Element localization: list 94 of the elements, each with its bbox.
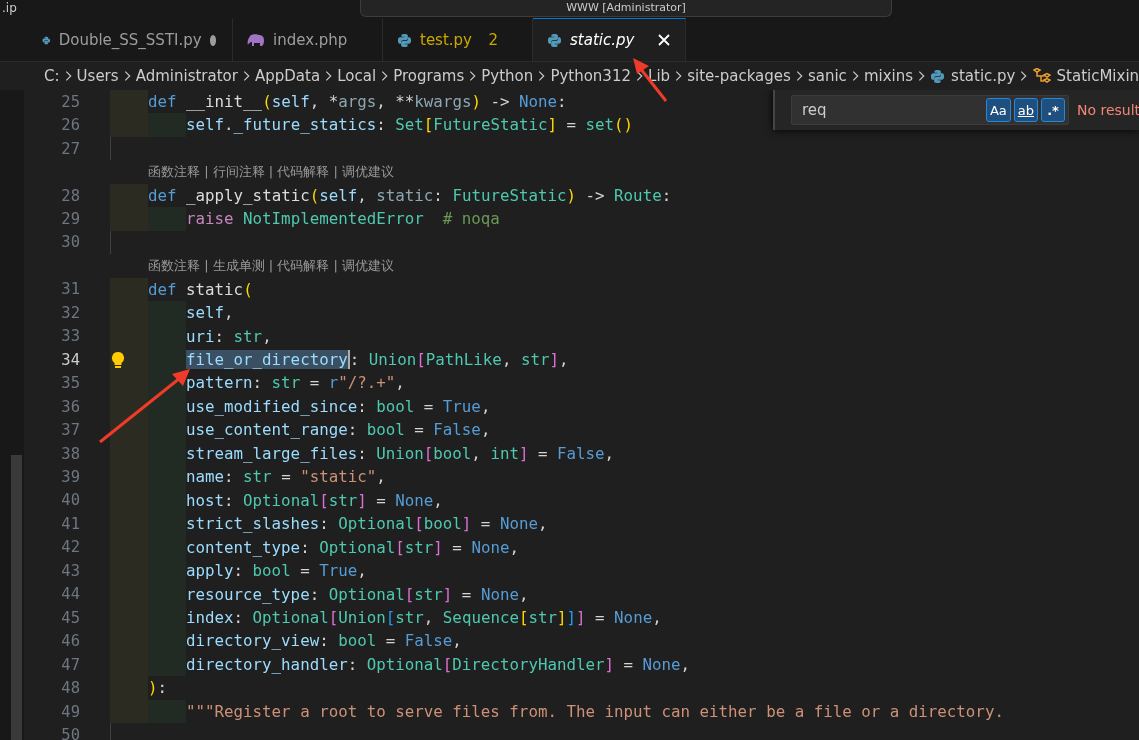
line-number: 26 xyxy=(60,116,80,135)
breadcrumb-item[interactable]: Programs xyxy=(393,67,465,85)
lightbulb-icon[interactable] xyxy=(111,351,125,369)
chevron-right-icon xyxy=(64,70,72,82)
code-text: name: str = "static", xyxy=(186,466,386,489)
code-text: pattern: str = r"/?.+", xyxy=(186,372,405,395)
breadcrumb-item[interactable]: Python xyxy=(481,67,534,85)
line-number: 38 xyxy=(60,444,80,463)
chevron-right-icon xyxy=(469,70,477,82)
code-lens[interactable]: 函数注释 | 生成单测 | 代码解释 | 调优建议 xyxy=(148,256,394,275)
class-icon xyxy=(1032,68,1051,84)
code-text: index: Optional[Union[str, Sequence[str]]] = None, xyxy=(186,606,662,629)
line-number: 43 xyxy=(60,561,80,580)
line-number: 29 xyxy=(60,210,80,228)
chevron-right-icon xyxy=(851,70,859,82)
elephant-icon xyxy=(247,33,265,47)
chevron-right-icon xyxy=(381,70,389,82)
line-number: 48 xyxy=(60,679,80,698)
breadcrumb-item[interactable]: C: xyxy=(44,67,60,85)
line-number: 27 xyxy=(60,139,80,158)
chevron-right-icon xyxy=(242,70,250,82)
code-text: stream_large_files: Union[bool, int] = False, xyxy=(186,442,615,465)
breadcrumb-item[interactable]: Administrator xyxy=(135,67,238,85)
line-number: 25 xyxy=(60,92,80,111)
line-number: 39 xyxy=(60,467,80,486)
chevron-right-icon xyxy=(675,70,683,82)
breadcrumb-item[interactable]: static.py xyxy=(930,67,1016,85)
code-text: use_modified_since: bool = True, xyxy=(186,395,491,418)
code-text: ): xyxy=(148,677,168,700)
window-title-fragment: .ip xyxy=(1,0,18,16)
scrollbar-thumb[interactable] xyxy=(11,455,22,740)
line-number: 37 xyxy=(60,421,80,440)
line-number: 36 xyxy=(60,397,80,416)
chevron-right-icon xyxy=(636,70,644,82)
code-text: raise NotImplementedError # noqa xyxy=(186,208,500,231)
code-text: apply: bool = True, xyxy=(186,560,367,583)
code-text: content_type: Optional[str] = None, xyxy=(186,536,519,559)
breadcrumb-item[interactable]: AppData xyxy=(255,67,321,85)
code-text: host: Optional[str] = None, xyxy=(186,489,443,512)
code-text: use_content_range: bool = False, xyxy=(186,419,491,442)
line-number: 47 xyxy=(60,655,80,674)
code-text: file_or_directory: Union[PathLike, str], xyxy=(186,348,569,371)
find-input[interactable]: req Aa ab .* xyxy=(791,95,1069,125)
line-number: 28 xyxy=(60,186,80,205)
code-text: def _apply_static(self, static: FutureStatic) -> Route: xyxy=(148,184,672,207)
line-number: 49 xyxy=(60,702,80,721)
code-text: def __init__(self, *args, **kwargs) -> None: xyxy=(148,91,567,113)
line-number: 34 xyxy=(60,350,80,369)
arrow-annotation xyxy=(633,58,668,102)
line-number: 35 xyxy=(60,374,80,393)
chevron-right-icon xyxy=(538,70,546,82)
line-number: 46 xyxy=(60,632,80,651)
search-option-toggle[interactable]: .* xyxy=(1041,98,1065,122)
line-number: 44 xyxy=(60,585,80,604)
search-option-toggle[interactable]: ab xyxy=(1013,98,1038,122)
chevron-right-icon xyxy=(1020,70,1028,82)
search-result-text: No result xyxy=(1077,102,1139,118)
search-option-toggle[interactable]: Aa xyxy=(985,98,1011,122)
line-number: 30 xyxy=(60,233,80,252)
line-number: 42 xyxy=(60,538,80,557)
editor-tab[interactable]: static.py xyxy=(533,18,686,61)
breadcrumb-item[interactable]: Users xyxy=(76,67,119,85)
code-text: directory_view: bool = False, xyxy=(186,630,462,653)
python-icon xyxy=(397,32,412,48)
code-text: strict_slashes: Optional[bool] = None, xyxy=(186,513,548,536)
python-icon xyxy=(547,32,562,48)
breadcrumb-item[interactable]: Python312 xyxy=(550,67,631,85)
line-number: 45 xyxy=(60,608,80,627)
chevron-right-icon xyxy=(795,70,803,82)
code-text: """Register a root to serve files from. The input can either be a file or a directory. xyxy=(186,700,1004,723)
line-number: 31 xyxy=(60,280,80,299)
line-number: 40 xyxy=(60,491,80,510)
line-number: 50 xyxy=(60,725,80,740)
breadcrumb-item[interactable]: site-packages xyxy=(687,67,791,85)
python-icon xyxy=(930,68,946,84)
code-text: resource_type: Optional[str] = None, xyxy=(186,583,529,606)
chevron-right-icon xyxy=(325,70,333,82)
breadcrumb-item[interactable]: sanic xyxy=(807,67,847,85)
code-text: self, xyxy=(186,302,234,325)
code-lens[interactable]: 函数注释 | 行间注释 | 代码解释 | 调优建议 xyxy=(148,163,394,182)
line-number: 32 xyxy=(60,303,80,322)
breadcrumb-item[interactable]: StaticMixin xyxy=(1032,67,1139,85)
breadcrumb-item[interactable]: mixins xyxy=(863,67,914,85)
breadcrumb-item[interactable]: Local xyxy=(337,67,377,85)
chevron-right-icon xyxy=(123,70,131,82)
code-text: directory_handler: Optional[DirectoryHandler] = None, xyxy=(186,653,691,676)
command-center[interactable]: WWW [Administrator] xyxy=(360,0,892,17)
problem-count: 2 xyxy=(488,31,498,49)
code-text: uri: str, xyxy=(186,325,272,348)
code-text: def static( xyxy=(148,278,253,301)
line-number: 33 xyxy=(60,327,80,346)
line-number: 41 xyxy=(60,514,80,533)
code-text: self._future_statics: Set[FutureStatic] = set() xyxy=(186,114,634,137)
chevron-right-icon xyxy=(918,70,926,82)
